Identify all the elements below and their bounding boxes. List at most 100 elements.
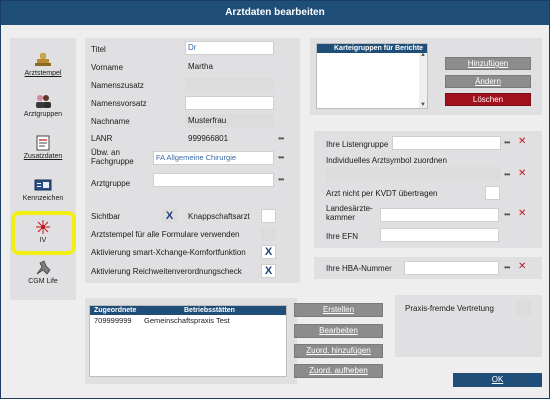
arztsymbol-label: Individuelles Arztsymbol zuordnen bbox=[326, 156, 447, 165]
kartei-edit-button[interactable]: Ändern bbox=[445, 75, 531, 88]
hba-clear-icon[interactable]: ✕ bbox=[518, 261, 526, 272]
karteigruppen-header: Karteigruppen für Berichte bbox=[317, 44, 427, 53]
fachgruppe-label-2: Fachgruppe bbox=[91, 157, 134, 166]
ok-label: OK bbox=[491, 375, 504, 384]
hba-input[interactable] bbox=[404, 261, 499, 275]
sidebar-item-arztgruppen[interactable]: Arztgruppen bbox=[10, 93, 76, 118]
praxis-checkbox[interactable] bbox=[516, 301, 531, 315]
row-name: Gemeinschaftspraxis Test bbox=[144, 316, 230, 325]
stamp-icon bbox=[34, 52, 52, 68]
users-icon bbox=[34, 93, 52, 109]
karteigruppen-scrollbar[interactable]: ▲ ▼ bbox=[419, 52, 427, 108]
kartei-add-label: Hinzufügen bbox=[467, 59, 509, 68]
arztgruppe-input[interactable] bbox=[153, 173, 274, 187]
scroll-up-icon[interactable]: ▲ bbox=[420, 52, 426, 58]
nachname-input[interactable]: Musterfrau bbox=[185, 114, 274, 128]
fachgruppe-more-button[interactable]: ••• bbox=[278, 153, 284, 162]
lanr-label: LANR bbox=[91, 134, 113, 143]
nachname-label: Nachname bbox=[91, 117, 130, 126]
efn-input[interactable] bbox=[380, 228, 499, 242]
listengruppe-input[interactable] bbox=[392, 136, 501, 150]
zuord-remove-button[interactable]: Zuord. aufheben bbox=[294, 364, 383, 378]
zuord-add-button[interactable]: Zuord. hinzufügen bbox=[294, 344, 383, 358]
sichtbar-label: Sichtbar bbox=[91, 212, 121, 221]
zuord-edit-label: Bearbeiten bbox=[319, 326, 358, 335]
sidebar-item-arztstempel[interactable]: Arztstempel bbox=[10, 52, 76, 77]
knappschaft-checkbox[interactable] bbox=[261, 209, 276, 223]
hba-panel: Ihre HBA-Nummer ••• ✕ bbox=[314, 257, 542, 279]
arztsymbol-input[interactable] bbox=[326, 167, 501, 181]
arztsymbol-more-button[interactable]: ••• bbox=[504, 170, 510, 179]
scroll-down-icon[interactable]: ▼ bbox=[420, 102, 426, 108]
sidebar-item-label: Zusatzdaten bbox=[23, 153, 63, 160]
praxis-label: Praxis-fremde Vertretung bbox=[405, 304, 494, 313]
sidebar-item-label: Arztstempel bbox=[24, 70, 62, 77]
lanr-more-button[interactable]: ••• bbox=[278, 134, 284, 143]
listengruppe-clear-icon[interactable]: ✕ bbox=[518, 136, 526, 147]
reichweite-checkbox[interactable]: X bbox=[261, 264, 276, 278]
zuord-remove-label: Zuord. aufheben bbox=[309, 366, 368, 375]
kartei-add-button[interactable]: Hinzufügen bbox=[445, 57, 531, 70]
arztgruppe-more-button[interactable]: ••• bbox=[278, 175, 284, 184]
zuord-create-button[interactable]: Erstellen bbox=[294, 303, 383, 317]
namenszusatz-input[interactable] bbox=[185, 78, 274, 92]
ok-button[interactable]: OK bbox=[453, 373, 542, 387]
vorname-value: Martha bbox=[188, 62, 213, 71]
kammer-more-button[interactable]: ••• bbox=[504, 210, 510, 219]
row-id: 709999999 bbox=[94, 316, 132, 325]
kartei-delete-button[interactable]: Löschen bbox=[445, 93, 531, 106]
kammer-label-2: kammer bbox=[326, 213, 355, 222]
dialog-window: Arztdaten bearbeiten Arztstempel Arztgru… bbox=[0, 0, 550, 399]
namensvorsatz-input[interactable] bbox=[185, 96, 274, 110]
zuord-add-label: Zuord. hinzufügen bbox=[306, 346, 371, 355]
titel-input[interactable]: Dr bbox=[185, 41, 274, 55]
sidebar-item-label: CGM Life bbox=[28, 278, 58, 285]
kartei-edit-label: Ändern bbox=[475, 77, 501, 86]
kammer-clear-icon[interactable]: ✕ bbox=[518, 208, 526, 219]
sichtbar-checkbox[interactable]: X bbox=[162, 209, 177, 223]
sidebar-item-zusatzdaten[interactable]: Zusatzdaten bbox=[10, 135, 76, 160]
kvdt-checkbox[interactable] bbox=[485, 186, 500, 200]
betriebsstaetten-header: Zugeordnete Betriebsstätten bbox=[90, 306, 286, 315]
zuord-edit-button[interactable]: Bearbeiten bbox=[294, 324, 383, 338]
fachgruppe-label-1: Übw. an bbox=[91, 148, 120, 157]
sidebar-item-label: Kennzeichen bbox=[22, 195, 64, 202]
window-title: Arztdaten bearbeiten bbox=[1, 1, 549, 25]
arztstempel-formulare-checkbox[interactable] bbox=[261, 227, 276, 241]
betriebsstaetten-list[interactable]: Zugeordnete Betriebsstätten 709999999 Ge… bbox=[89, 305, 287, 377]
kvdt-label: Arzt nicht per KVDT übertragen bbox=[326, 189, 438, 198]
settings-panel: Ihre Listengruppe ••• ✕ Individuelles Ar… bbox=[314, 131, 542, 248]
praxis-panel: Praxis-fremde Vertretung bbox=[395, 295, 542, 357]
efn-label: Ihre EFN bbox=[326, 232, 359, 241]
karteigruppen-panel: Karteigruppen für Berichte ▲ ▼ Hinzufüge… bbox=[310, 38, 542, 115]
cgm-life-icon bbox=[34, 260, 52, 276]
sidebar-item-kennzeichen[interactable]: Kennzeichen bbox=[10, 177, 76, 202]
arztstempel-formulare-label: Arztstempel für alle Formulare verwenden bbox=[91, 230, 240, 239]
kammer-input[interactable] bbox=[380, 208, 499, 222]
sidebar-item-cgm-life[interactable]: CGM Life bbox=[10, 260, 76, 285]
smart-xchange-checkbox[interactable]: X bbox=[261, 245, 276, 259]
arztsymbol-clear-icon[interactable]: ✕ bbox=[518, 168, 526, 179]
karteigruppen-list[interactable]: Karteigruppen für Berichte ▲ ▼ bbox=[316, 43, 428, 109]
sidebar: Arztstempel Arztgruppen Zusatzdaten Kenn… bbox=[10, 38, 76, 300]
zuord-create-label: Erstellen bbox=[322, 305, 355, 314]
id-card-icon bbox=[34, 177, 52, 193]
namensvorsatz-label: Namensvorsatz bbox=[91, 99, 147, 108]
kammer-label-1: Landesärzte- bbox=[326, 204, 373, 213]
highlight-marker bbox=[11, 211, 76, 255]
sidebar-item-label: Arztgruppen bbox=[23, 111, 63, 118]
listengruppe-more-button[interactable]: ••• bbox=[504, 138, 510, 147]
hba-more-button[interactable]: ••• bbox=[504, 263, 510, 272]
betriebsstaetten-panel: Zugeordnete Betriebsstätten 709999999 Ge… bbox=[85, 298, 297, 384]
reichweite-label: Aktivierung Reichweitenverordnungscheck bbox=[91, 267, 242, 276]
smart-xchange-label: Aktivierung smart-Xchange-Komfortfunktio… bbox=[91, 248, 246, 257]
document-icon bbox=[34, 135, 52, 151]
vorname-label: Vorname bbox=[91, 63, 124, 72]
table-row[interactable]: 709999999 Gemeinschaftspraxis Test bbox=[90, 315, 286, 325]
fachgruppe-input[interactable]: FA Allgemeine Chirurgie bbox=[153, 151, 274, 165]
hba-label: Ihre HBA-Nummer bbox=[326, 264, 392, 273]
doctor-form-panel: Titel Dr Vorname Martha Namenszusatz Nam… bbox=[85, 38, 300, 283]
arztgruppe-label: Arztgruppe bbox=[91, 179, 131, 188]
col-zugeordnete: Zugeordnete bbox=[94, 307, 137, 314]
titel-label: Titel bbox=[91, 45, 106, 54]
